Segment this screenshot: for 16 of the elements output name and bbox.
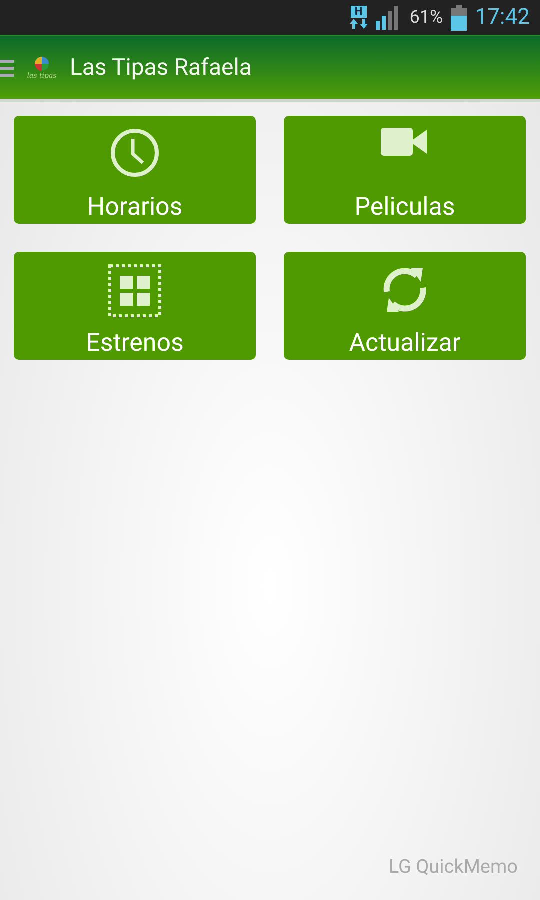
clock-time: 17:42 xyxy=(475,5,530,30)
network-type-badge: H xyxy=(350,6,367,18)
quickmemo-label: LG QuickMemo xyxy=(388,855,518,878)
battery-icon xyxy=(451,4,468,30)
clock-icon xyxy=(110,128,160,178)
battery-percent: 61% xyxy=(410,7,444,28)
menu-tile[interactable]: Actualizar xyxy=(284,252,526,360)
menu-tile[interactable]: Peliculas xyxy=(284,116,526,224)
app-title: Las Tipas Rafaela xyxy=(70,54,252,81)
video-camera-icon xyxy=(381,128,429,156)
data-arrows-icon xyxy=(350,19,368,29)
menu-tile[interactable]: Estrenos xyxy=(14,252,256,360)
menu-icon[interactable] xyxy=(0,58,14,78)
menu-tile[interactable]: Horarios xyxy=(14,116,256,224)
logo-icon xyxy=(33,56,51,72)
grid-icon xyxy=(108,264,162,318)
